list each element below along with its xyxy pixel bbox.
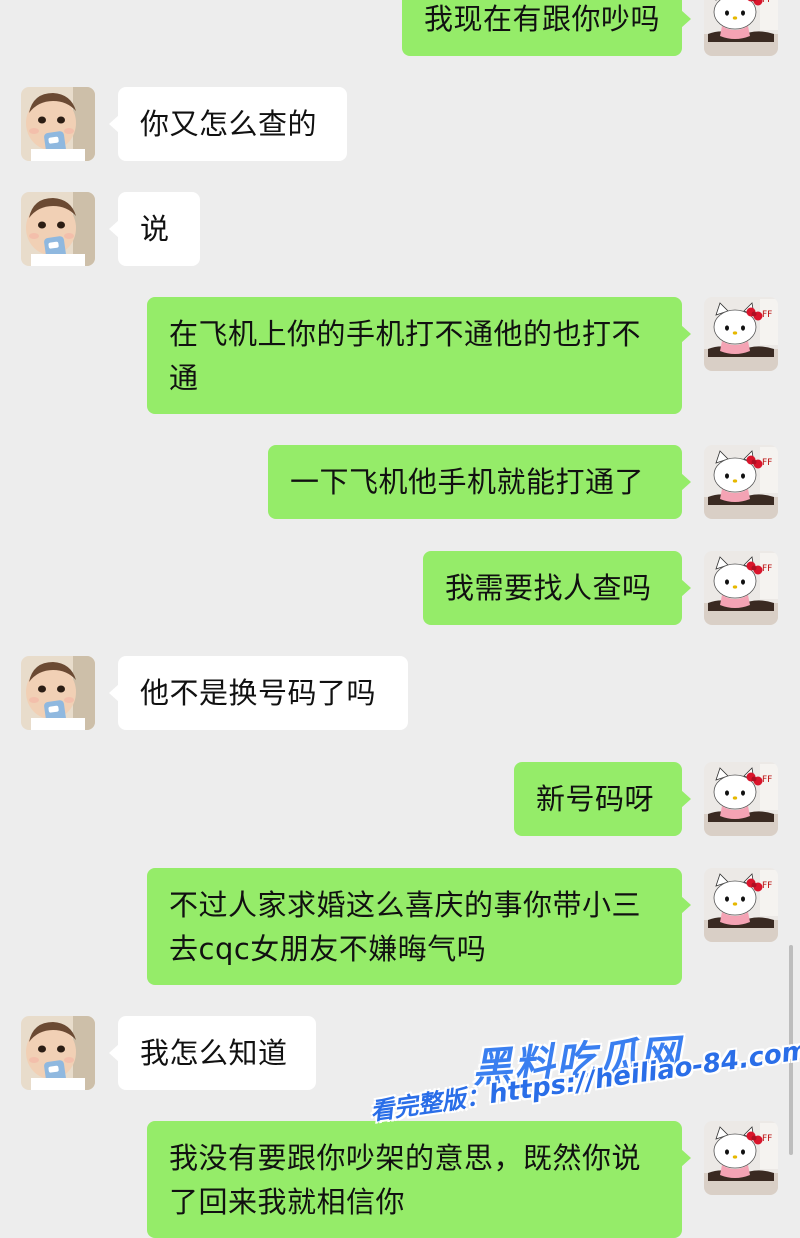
- hello-kitty-avatar[interactable]: FF: [704, 762, 778, 836]
- hello-kitty-avatar[interactable]: FF: [704, 1121, 778, 1195]
- hello-kitty-avatar[interactable]: FF: [704, 551, 778, 625]
- svg-text:FF: FF: [762, 1134, 772, 1144]
- svg-text:FF: FF: [762, 564, 772, 574]
- svg-text:FF: FF: [762, 881, 772, 891]
- message-bubble[interactable]: 我没有要跟你吵架的意思，既然你说了回来我就相信你: [147, 1121, 691, 1238]
- message-bubble[interactable]: 在飞机上你的手机打不通他的也打不通: [147, 297, 691, 414]
- message-bubble[interactable]: 我怎么知道: [109, 1016, 316, 1090]
- hello-kitty-avatar[interactable]: FF: [704, 0, 778, 56]
- message-bubble[interactable]: 他不是换号码了吗: [109, 656, 408, 730]
- baby-photo-avatar[interactable]: [21, 656, 95, 730]
- baby-photo-avatar[interactable]: [21, 192, 95, 266]
- chat-area[interactable]: 我现在有跟你吵吗 FF 你又怎么查的 说 在飞机上你的手机打不通他的也打不通 F…: [0, 0, 800, 1238]
- message-bubble[interactable]: 你又怎么查的: [109, 87, 347, 161]
- scrollbar[interactable]: [789, 945, 793, 1155]
- hello-kitty-avatar[interactable]: FF: [704, 297, 778, 371]
- message-bubble[interactable]: 一下飞机他手机就能打通了: [268, 445, 691, 519]
- message-bubble[interactable]: 我现在有跟你吵吗: [401, 0, 692, 56]
- baby-photo-avatar[interactable]: [21, 1016, 95, 1090]
- message-bubble[interactable]: 新号码呀: [514, 762, 691, 836]
- svg-text:FF: FF: [762, 0, 772, 5]
- svg-text:FF: FF: [762, 310, 772, 320]
- svg-text:FF: FF: [762, 775, 772, 785]
- message-bubble[interactable]: 不过人家求婚这么喜庆的事你带小三去cqc女朋友不嫌晦气吗: [147, 868, 691, 985]
- baby-photo-avatar[interactable]: [21, 87, 95, 161]
- message-bubble[interactable]: 我需要找人查吗: [423, 551, 691, 625]
- hello-kitty-avatar[interactable]: FF: [704, 868, 778, 942]
- svg-text:FF: FF: [762, 458, 772, 468]
- message-bubble[interactable]: 说: [109, 192, 200, 266]
- hello-kitty-avatar[interactable]: FF: [704, 445, 778, 519]
